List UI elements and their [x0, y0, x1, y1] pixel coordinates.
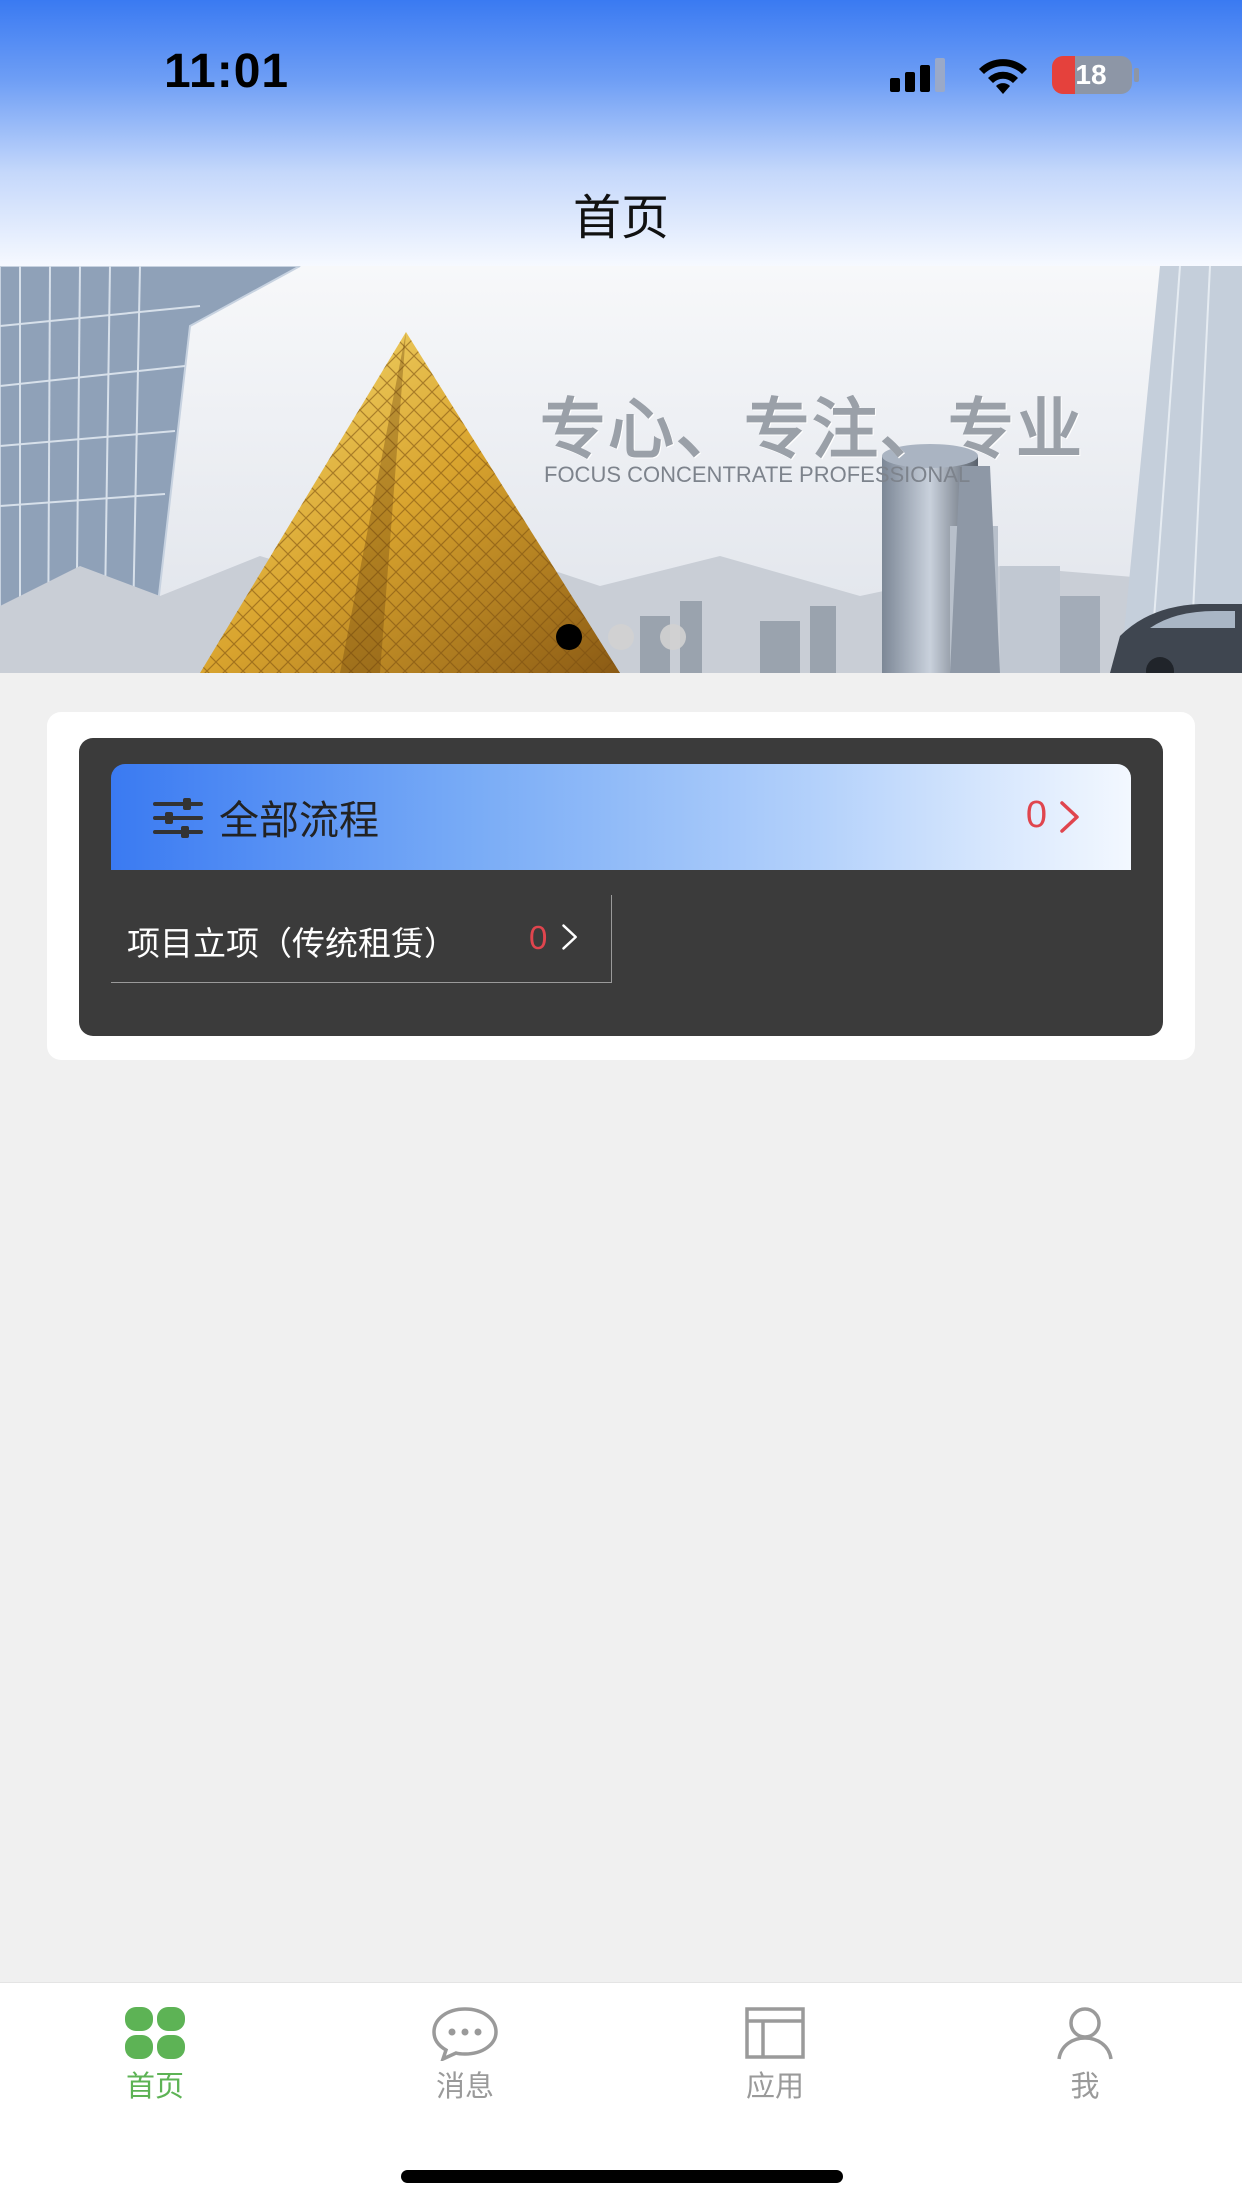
tab-me-label: 我	[1070, 2069, 1100, 2103]
chevron-right-icon	[562, 924, 577, 950]
page-title: 首页	[572, 190, 669, 246]
carousel-dot-active[interactable]	[556, 624, 582, 650]
banner-slogan: 专心、专注、专业	[540, 391, 1084, 468]
all-process-row[interactable]: 全部流程 0	[111, 764, 1131, 870]
process-item-count: 0	[529, 919, 548, 956]
tab-home[interactable]: 首页	[55, 2005, 255, 2115]
banner-subtitle: FOCUS CONCENTRATE PROFESSIONAL	[544, 462, 971, 487]
chevron-right-icon	[1060, 801, 1079, 833]
carousel-dots	[556, 624, 686, 650]
signal-icon	[890, 58, 945, 92]
process-panel: 全部流程 0 项目立项（传统租赁） 0	[79, 738, 1163, 1036]
tab-messages[interactable]: 消息	[365, 2005, 565, 2115]
carousel-dot[interactable]	[660, 624, 686, 650]
process-item-label: 项目立项（传统租赁）	[127, 924, 457, 963]
all-process-count: 0	[1025, 794, 1047, 836]
tab-home-label: 首页	[125, 2069, 184, 2103]
home-indicator[interactable]	[401, 2170, 843, 2183]
header: 11:01 18 首页	[0, 0, 1242, 266]
tab-me[interactable]: 我	[985, 2005, 1185, 2115]
chat-bubble-icon	[432, 2007, 498, 2061]
battery-level: 18	[1075, 59, 1107, 90]
status-time: 11:01	[164, 45, 290, 98]
apps-layout-icon	[745, 2007, 805, 2059]
user-icon	[1057, 2007, 1113, 2060]
wifi-icon	[979, 59, 1027, 94]
all-process-label: 全部流程	[219, 798, 379, 844]
home-grid-icon	[125, 2007, 185, 2059]
banner-carousel[interactable]: 专心、专注、专业 FOCUS CONCENTRATE PROFESSIONAL	[0, 266, 1242, 673]
tab-messages-label: 消息	[435, 2069, 494, 2103]
carousel-dot[interactable]	[608, 624, 634, 650]
process-item[interactable]: 项目立项（传统租赁） 0	[111, 895, 612, 983]
process-card: 全部流程 0 项目立项（传统租赁） 0	[47, 712, 1195, 1060]
tab-apps[interactable]: 应用	[675, 2005, 875, 2115]
tab-apps-label: 应用	[745, 2069, 804, 2103]
sliders-icon	[153, 798, 203, 838]
